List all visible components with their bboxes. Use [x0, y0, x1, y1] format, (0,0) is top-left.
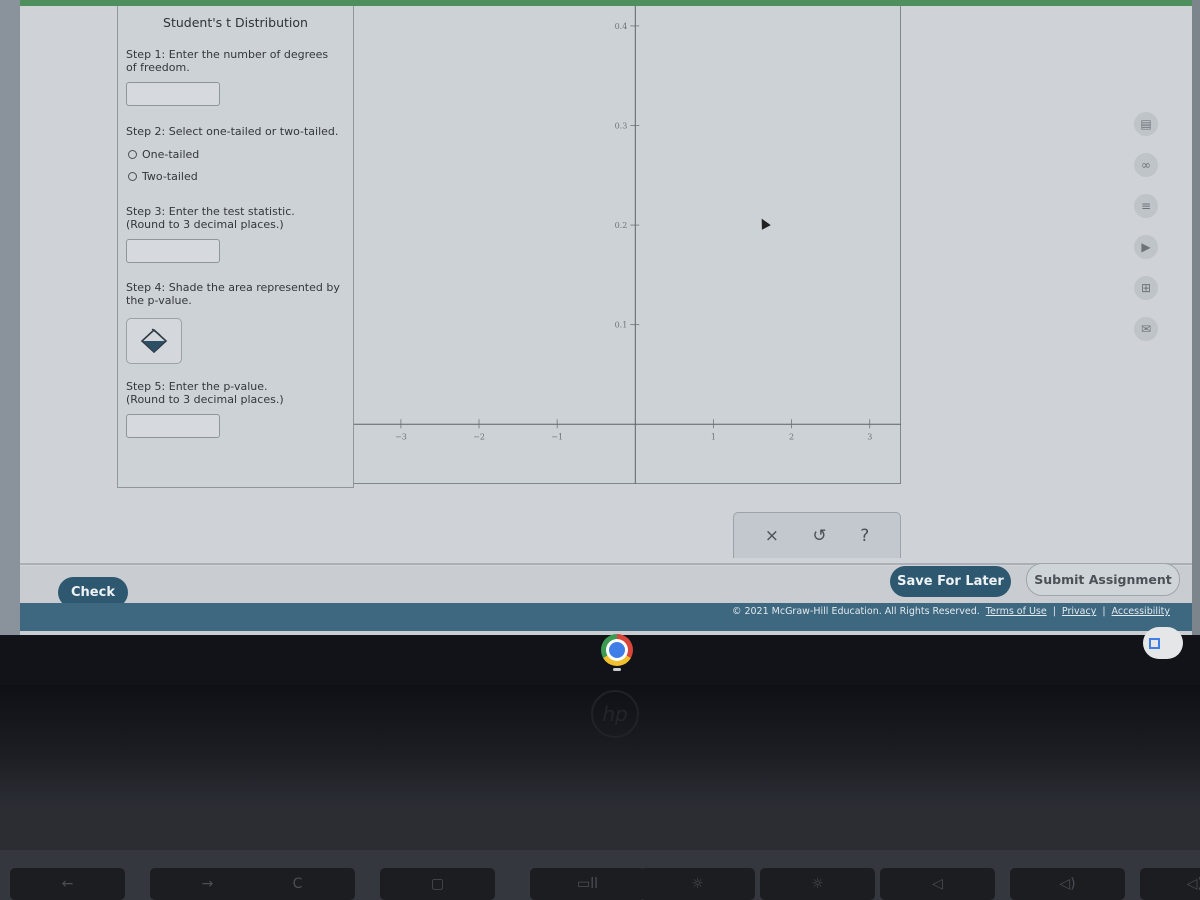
shade-tool-button[interactable]	[126, 318, 182, 364]
clear-button[interactable]: ×	[765, 526, 779, 546]
y-tick-label: 0.3	[615, 122, 628, 131]
accessibility-link[interactable]: Accessibility	[1112, 606, 1170, 617]
two-tailed-radio[interactable]: Two-tailed	[128, 170, 198, 183]
submit-assignment-button[interactable]: Submit Assignment	[1026, 563, 1180, 596]
radio-circle-icon	[128, 150, 137, 159]
help-button[interactable]: ?	[860, 526, 869, 546]
side-toolbar: ▤ ∞ ≡ ▶ ⊞ ✉	[1134, 112, 1164, 358]
graph-canvas[interactable]: −3 −2 −1 1 2 3 0.1 0.2 0.3 0.4	[354, 6, 901, 484]
radio-circle-icon	[128, 172, 137, 181]
keyboard-key: ◁))	[1140, 868, 1200, 900]
save-for-later-button[interactable]: Save For Later	[890, 566, 1011, 597]
active-app-indicator	[613, 668, 621, 671]
notes-icon[interactable]: ≡	[1134, 194, 1158, 218]
x-tick-label: −1	[551, 432, 563, 441]
status-tray[interactable]	[1143, 627, 1183, 659]
p-value-input[interactable]	[126, 414, 220, 438]
keyboard-key: C	[240, 868, 355, 900]
graph-controls: × ↺ ?	[733, 512, 901, 558]
test-statistic-input[interactable]	[126, 239, 220, 263]
undo-button[interactable]: ↺	[812, 526, 826, 546]
y-tick-label: 0.1	[615, 321, 628, 330]
reference-icon[interactable]: ⊞	[1134, 276, 1158, 300]
x-tick-label: 3	[867, 432, 872, 441]
step3-label: Step 3: Enter the test statistic. (Round…	[126, 205, 295, 231]
keyboard-key: ▢	[380, 868, 495, 900]
t-distribution-graph[interactable]: −3 −2 −1 1 2 3 0.1 0.2 0.3 0.4	[354, 6, 901, 484]
terms-of-use-link[interactable]: Terms of Use	[986, 606, 1047, 617]
keyboard-key: ▭ll	[530, 868, 645, 900]
degrees-of-freedom-input[interactable]	[126, 82, 220, 106]
x-tick-label: −2	[473, 432, 485, 441]
tool-title: Student's t Distribution	[163, 15, 308, 30]
t-distribution-tool-panel: Student's t Distribution Step 1: Enter t…	[117, 6, 354, 488]
y-tick-label: 0.4	[615, 22, 628, 31]
footer: © 2021 McGraw-Hill Education. All Rights…	[20, 603, 1192, 631]
chrome-icon[interactable]	[601, 634, 633, 666]
footer-separator: |	[1052, 606, 1056, 617]
step4-label: Step 4: Shade the area represented by th…	[126, 281, 340, 307]
links-icon[interactable]: ∞	[1134, 153, 1158, 177]
keyboard-key: ◁)	[1010, 868, 1125, 900]
step2-label: Step 2: Select one-tailed or two-tailed.	[126, 125, 339, 138]
x-tick-label: 1	[711, 432, 716, 441]
x-tick-label: 2	[789, 432, 794, 441]
os-shelf	[0, 635, 1200, 685]
keyboard-key: ◁	[880, 868, 995, 900]
divider	[20, 563, 1192, 565]
footer-separator: |	[1102, 606, 1106, 617]
keyboard-key: ☼	[640, 868, 755, 900]
copyright-text: © 2021 McGraw-Hill Education. All Rights…	[731, 606, 980, 617]
left-edge	[0, 0, 20, 635]
video-icon[interactable]: ▶	[1134, 235, 1158, 259]
x-tick-label: −3	[395, 432, 407, 441]
laptop-hinge	[0, 805, 1200, 850]
shade-bucket-icon	[140, 328, 168, 354]
mail-icon[interactable]: ✉	[1134, 317, 1158, 341]
step5-label: Step 5: Enter the p-value. (Round to 3 d…	[126, 380, 284, 406]
y-tick-label: 0.2	[615, 221, 628, 230]
right-edge	[1192, 0, 1200, 635]
screen-capture-icon	[1149, 637, 1160, 649]
screen: Student's t Distribution Step 1: Enter t…	[0, 0, 1200, 635]
keyboard-key: ←	[10, 868, 125, 900]
calculator-icon[interactable]: ▤	[1134, 112, 1158, 136]
privacy-link[interactable]: Privacy	[1062, 606, 1096, 617]
step1-label: Step 1: Enter the number of degrees of f…	[126, 48, 329, 74]
one-tailed-radio[interactable]: One-tailed	[128, 148, 199, 161]
hp-logo: hp	[591, 690, 639, 738]
keyboard-key: ☼	[760, 868, 875, 900]
